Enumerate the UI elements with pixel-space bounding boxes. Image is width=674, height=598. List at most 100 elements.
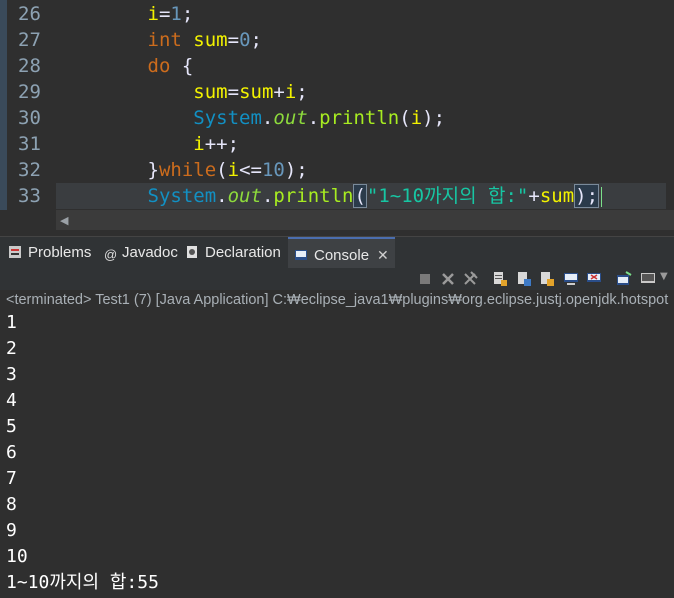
code-token: . [216,185,228,207]
console-output-line: 8 [6,494,17,515]
console-output-line: 6 [6,442,17,463]
console-output-line: 4 [6,390,17,411]
javadoc-icon: @ [104,247,118,262]
console-output-line: 1~10까지의 합:55 [6,572,159,593]
code-line[interactable]: int sum=0; [56,27,666,53]
code-token: 1 [170,3,182,25]
code-token: println [319,107,400,129]
tab-label: Declaration [205,244,281,261]
tab-declaration[interactable]: Declaration [185,237,281,269]
scroll-left-arrow-icon[interactable]: ◀ [60,214,68,227]
tab-label: Problems [28,244,92,261]
tab-console[interactable]: Console ✕ [288,237,395,269]
code-token: out [227,185,262,207]
code-token: + [273,81,285,103]
tab-javadoc[interactable]: @ Javadoc [104,237,178,269]
console-output-line: 10 [6,546,28,567]
code-token: sum [193,29,228,51]
console-output-line: 9 [6,520,17,541]
show-on-error-icon[interactable] [586,271,602,287]
code-token: i [410,107,423,129]
code-token: i [193,133,205,155]
code-line[interactable]: System.out.println(i); [56,105,666,131]
remove-launch-icon[interactable] [440,271,456,287]
code-token: = [227,29,240,51]
code-token: ( [399,107,411,129]
horizontal-scrollbar[interactable]: ◀ [56,210,674,230]
console-output-line: 5 [6,416,17,437]
code-token: ( [353,184,367,208]
code-token: i [227,159,240,181]
terminated-status: <terminated> Test1 (7) [Java Application… [6,292,669,308]
code-token: "1~10까지의 합:" [366,185,529,207]
code-token: i [147,3,159,25]
terminate-icon[interactable] [417,271,433,287]
code-token: do [147,55,171,77]
code-token: i [284,81,297,103]
code-token: ++; [204,133,240,155]
console-output-line: 2 [6,338,17,359]
line-number-gutter: 26 27 28 29 30 31 32 33 [0,0,48,210]
word-wrap-icon[interactable] [539,271,555,287]
code-line[interactable]: i++; [56,131,666,157]
console-view[interactable]: <terminated> Test1 (7) [Java Application… [0,290,674,598]
pin-console-icon[interactable] [616,271,632,287]
code-line[interactable]: sum=sum+i; [56,79,666,105]
line-number: 28 [18,55,41,77]
close-icon[interactable]: ✕ [377,247,389,263]
code-token: ); [422,107,446,129]
code-token: ); [574,184,600,208]
code-token: System [147,185,217,207]
tab-problems[interactable]: Problems [8,237,91,269]
text-caret [601,186,603,207]
line-number: 32 [18,159,41,181]
code-token: ); [284,159,308,181]
remove-all-terminated-icon[interactable] [462,271,478,287]
console-output-line: 3 [6,364,17,385]
code-token: ; [181,3,194,25]
code-token: { [170,55,194,77]
gutter-marker-bar [0,0,7,210]
code-line[interactable]: }while(i<=10); [56,157,666,183]
clear-console-icon[interactable] [492,271,508,287]
view-tab-bar: Problems @ Javadoc Declaration Console ✕ [0,236,674,269]
line-number: 27 [18,29,41,51]
show-on-output-icon[interactable] [563,271,579,287]
console-icon [295,250,307,260]
code-line[interactable]: System.out.println("1~10까지의 합:"+sum); [56,183,666,209]
code-token: sum [539,185,575,207]
line-number: 33 [18,185,41,207]
console-output-line: 1 [6,312,17,333]
code-editor[interactable]: 26 27 28 29 30 31 32 33 i=1; int sum=0; … [0,0,674,236]
code-token: . [307,107,320,129]
code-token: while [158,159,217,181]
line-number: 30 [18,107,41,129]
console-output-line: 7 [6,468,17,489]
code-token: = [227,81,240,103]
code-line[interactable]: do { [56,53,666,79]
chevron-down-icon[interactable]: ▼ [660,271,674,287]
code-token: ( [216,159,228,181]
code-token: ; [296,81,308,103]
code-line[interactable]: i=1; [56,1,666,27]
tab-label: Console [314,247,370,264]
code-token: . [261,107,274,129]
scroll-lock-icon[interactable] [516,271,532,287]
code-token: sum [193,81,228,103]
line-number: 29 [18,81,41,103]
code-token: 0 [239,29,251,51]
code-token: out [273,107,308,129]
code-token: sum [239,81,274,103]
display-console-icon[interactable] [640,271,656,287]
problems-icon [9,246,21,258]
line-number: 26 [18,3,41,25]
code-token: <= [239,159,262,181]
code-token: int [147,29,182,51]
